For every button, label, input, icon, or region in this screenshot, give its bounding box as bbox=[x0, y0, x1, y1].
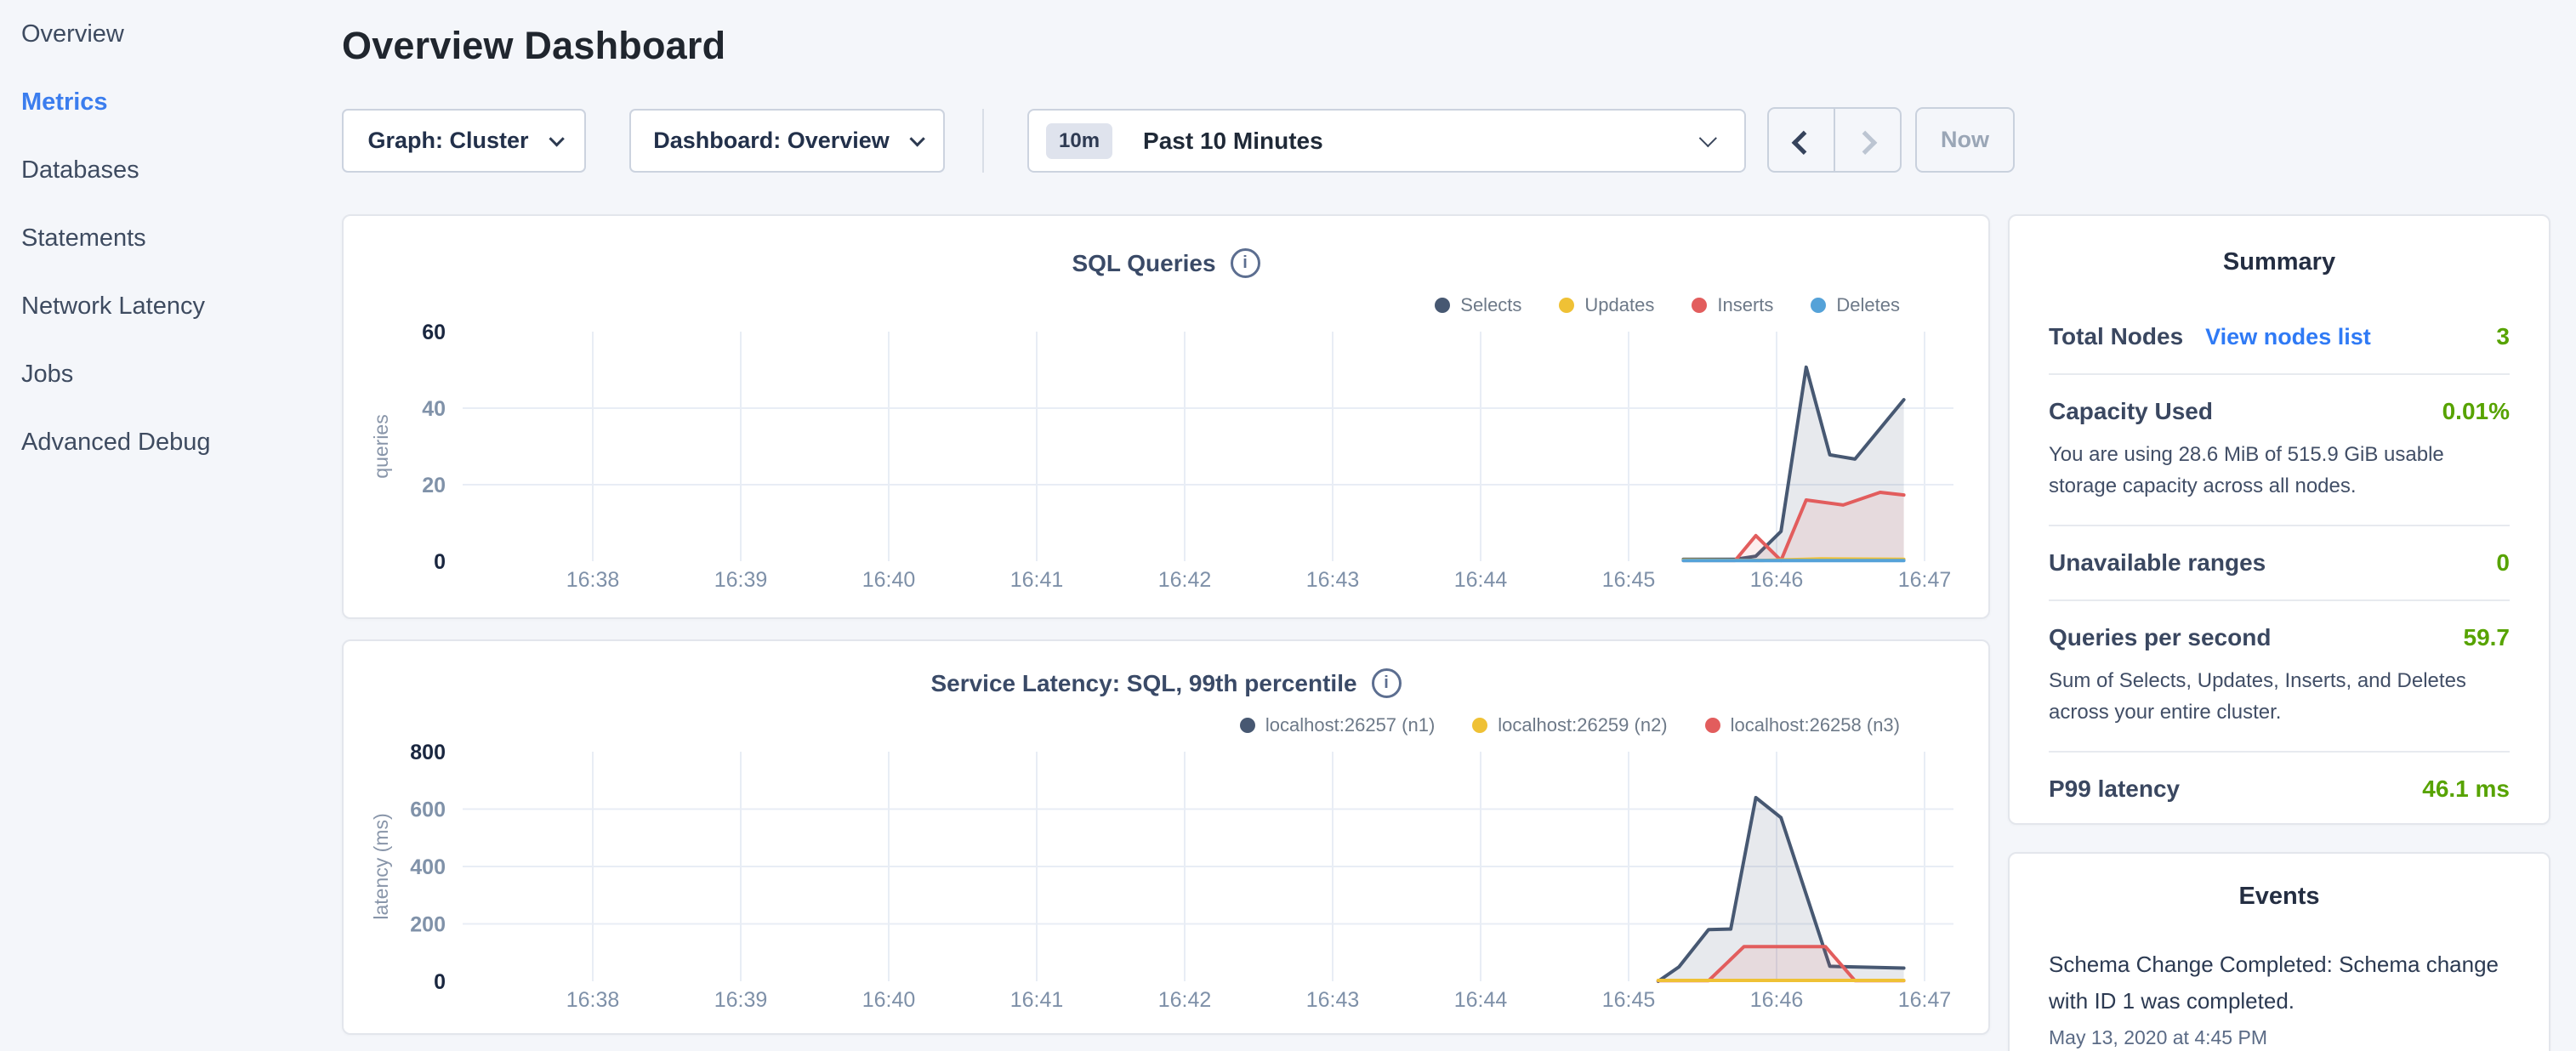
svg-text:16:47: 16:47 bbox=[1898, 988, 1952, 1012]
sidebar-item-jobs[interactable]: Jobs bbox=[0, 340, 340, 408]
svg-text:16:46: 16:46 bbox=[1750, 988, 1804, 1012]
summary-row-label: Queries per second bbox=[2049, 624, 2271, 651]
svg-text:60: 60 bbox=[422, 321, 446, 344]
chart-plot[interactable]: 16:38 16:39 16:40 16:41 16:42 16:43 16:44 16:45… bbox=[344, 641, 1992, 1037]
svg-text:16:44: 16:44 bbox=[1454, 568, 1508, 592]
svg-text:16:41: 16:41 bbox=[1010, 988, 1064, 1012]
summary-row: Unavailable ranges 0 bbox=[2049, 525, 2510, 599]
svg-text:16:42: 16:42 bbox=[1158, 988, 1212, 1012]
summary-row-value: 59.7 bbox=[2464, 624, 2511, 651]
sidebar: OverviewMetricsDatabasesStatementsNetwor… bbox=[0, 0, 340, 1051]
now-button[interactable]: Now bbox=[1915, 107, 2015, 173]
chevron-down-icon bbox=[1699, 129, 1717, 147]
summary-row-label: Capacity Used bbox=[2049, 398, 2213, 425]
svg-text:200: 200 bbox=[410, 913, 446, 937]
sidebar-item-statements[interactable]: Statements bbox=[0, 204, 340, 272]
summary-row-value: 3 bbox=[2496, 323, 2510, 350]
graph-scope-dropdown-label: Graph: Cluster bbox=[367, 128, 528, 154]
svg-text:queries: queries bbox=[370, 414, 392, 478]
event-timestamp: May 13, 2020 at 4:45 PM bbox=[2049, 1026, 2510, 1049]
svg-text:16:41: 16:41 bbox=[1010, 568, 1064, 592]
summary-row: Queries per second 59.7 Sum of Selects, Up… bbox=[2049, 599, 2510, 751]
svg-text:16:43: 16:43 bbox=[1306, 988, 1360, 1012]
svg-text:16:46: 16:46 bbox=[1750, 568, 1804, 592]
chart-plot[interactable]: 16:38 16:39 16:40 16:41 16:42 16:43 16:44 16:45… bbox=[344, 216, 1992, 621]
sidebar-item-databases[interactable]: Databases bbox=[0, 136, 340, 204]
sidebar-item-metrics[interactable]: Metrics bbox=[0, 68, 340, 136]
controls-divider bbox=[982, 109, 984, 173]
svg-text:16:45: 16:45 bbox=[1602, 988, 1656, 1012]
summary-panel: Summary Total Nodes View nodes list 3 Capac… bbox=[2008, 214, 2550, 825]
time-step-back-button[interactable] bbox=[1769, 109, 1835, 171]
summary-row: Capacity Used 0.01% You are using 28.6 MiB… bbox=[2049, 373, 2510, 525]
sidebar-item-overview[interactable]: Overview bbox=[0, 0, 340, 68]
page-title: Overview Dashboard bbox=[342, 24, 725, 68]
svg-text:16:38: 16:38 bbox=[566, 568, 620, 592]
chevron-down-icon bbox=[549, 131, 564, 146]
summary-row-label: Unavailable ranges bbox=[2049, 549, 2266, 577]
summary-row: Total Nodes View nodes list 3 bbox=[2049, 300, 2510, 373]
svg-text:400: 400 bbox=[410, 855, 446, 879]
svg-text:16:40: 16:40 bbox=[862, 988, 916, 1012]
sidebar-item-advanced-debug[interactable]: Advanced Debug bbox=[0, 408, 340, 476]
summary-row-value: 0.01% bbox=[2442, 398, 2510, 425]
sql-queries-chart-card: SQL Queries i SelectsUpdatesInsertsDelet… bbox=[342, 214, 1990, 619]
svg-text:16:44: 16:44 bbox=[1454, 988, 1508, 1012]
summary-row-value: 46.1 ms bbox=[2422, 775, 2510, 803]
events-title: Events bbox=[2049, 883, 2510, 911]
svg-text:16:39: 16:39 bbox=[714, 988, 768, 1012]
view-nodes-list-link[interactable]: View nodes list bbox=[2205, 324, 2371, 350]
dashboard-dropdown-label: Dashboard: Overview bbox=[653, 128, 890, 154]
time-range-dropdown[interactable]: 10m Past 10 Minutes bbox=[1027, 109, 1746, 173]
svg-text:600: 600 bbox=[410, 798, 446, 822]
graph-scope-dropdown[interactable]: Graph: Cluster bbox=[342, 109, 586, 173]
service-latency-chart-card: Service Latency: SQL, 99th percentile i … bbox=[342, 639, 1990, 1035]
summary-row-value: 0 bbox=[2496, 549, 2510, 577]
svg-text:latency (ms): latency (ms) bbox=[370, 813, 392, 919]
svg-text:16:47: 16:47 bbox=[1898, 568, 1952, 592]
summary-row: P99 latency 46.1 ms bbox=[2049, 751, 2510, 826]
svg-text:40: 40 bbox=[422, 397, 446, 421]
chevron-right-icon bbox=[1853, 130, 1877, 154]
dashboard-dropdown[interactable]: Dashboard: Overview bbox=[629, 109, 945, 173]
svg-text:0: 0 bbox=[434, 970, 446, 994]
time-step-buttons bbox=[1767, 107, 1902, 173]
summary-row-description: You are using 28.6 MiB of 515.9 GiB usab… bbox=[2049, 439, 2510, 502]
summary-row-label: P99 latency bbox=[2049, 775, 2180, 803]
summary-row-description: Sum of Selects, Updates, Inserts, and De… bbox=[2049, 665, 2510, 728]
summary-row-label: Total Nodes bbox=[2049, 323, 2183, 350]
svg-text:800: 800 bbox=[410, 741, 446, 764]
time-step-forward-button[interactable] bbox=[1835, 109, 1900, 171]
svg-text:16:38: 16:38 bbox=[566, 988, 620, 1012]
svg-text:16:42: 16:42 bbox=[1158, 568, 1212, 592]
time-range-badge: 10m bbox=[1046, 123, 1112, 159]
svg-text:16:43: 16:43 bbox=[1306, 568, 1360, 592]
summary-title: Summary bbox=[2049, 248, 2510, 276]
event-message: Schema Change Completed: Schema change w… bbox=[2049, 946, 2510, 1020]
time-range-label: Past 10 Minutes bbox=[1143, 128, 1323, 155]
sidebar-item-network-latency[interactable]: Network Latency bbox=[0, 272, 340, 340]
svg-text:16:40: 16:40 bbox=[862, 568, 916, 592]
events-panel: Events Schema Change Completed: Schema c… bbox=[2008, 852, 2550, 1051]
chevron-down-icon bbox=[909, 131, 924, 146]
svg-text:16:45: 16:45 bbox=[1602, 568, 1656, 592]
chevron-left-icon bbox=[1792, 130, 1816, 154]
svg-text:0: 0 bbox=[434, 550, 446, 574]
svg-text:20: 20 bbox=[422, 474, 446, 497]
svg-text:16:39: 16:39 bbox=[714, 568, 768, 592]
